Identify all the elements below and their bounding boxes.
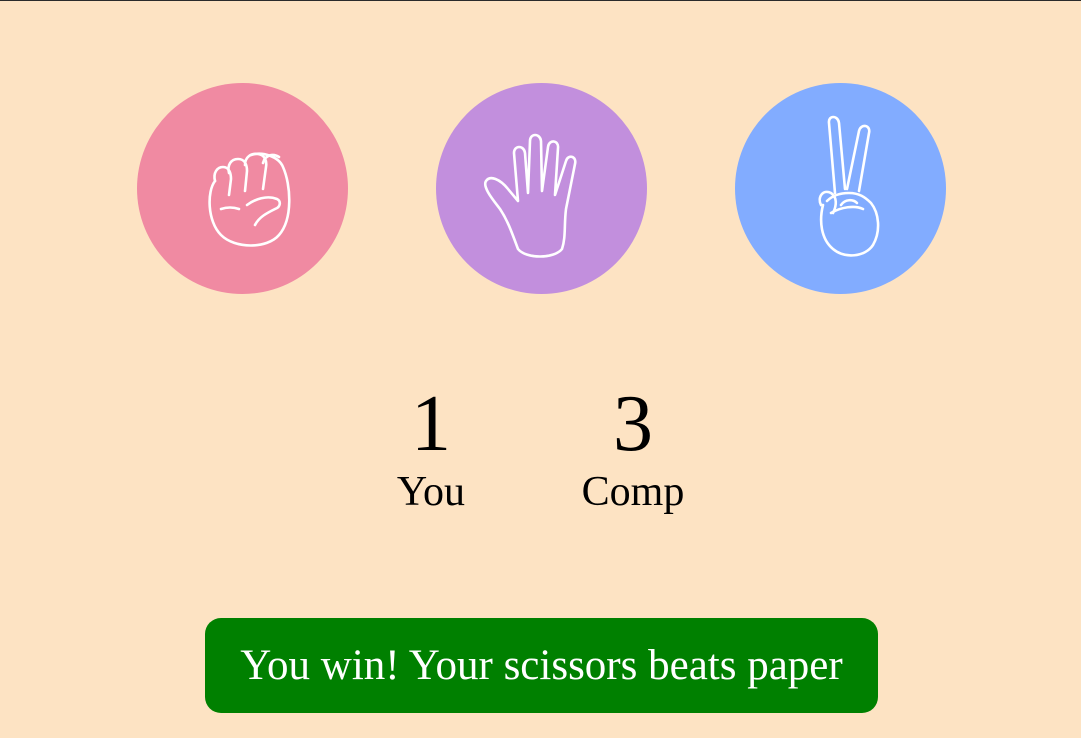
rock-button[interactable] bbox=[137, 83, 348, 294]
scissors-button[interactable] bbox=[735, 83, 946, 294]
player-score: 1 You bbox=[351, 379, 511, 517]
player-score-value: 1 bbox=[411, 380, 451, 468]
player-score-label: You bbox=[396, 469, 466, 515]
choice-row bbox=[0, 83, 1081, 295]
computer-score: 3 Comp bbox=[553, 379, 713, 517]
result-banner: You win! Your scissors beats paper bbox=[205, 618, 878, 713]
computer-score-label: Comp bbox=[581, 469, 685, 515]
fist-icon bbox=[163, 109, 323, 269]
peace-hand-icon bbox=[761, 109, 921, 269]
paper-button[interactable] bbox=[436, 83, 647, 294]
open-hand-icon bbox=[462, 109, 622, 269]
computer-score-value: 3 bbox=[613, 380, 653, 468]
